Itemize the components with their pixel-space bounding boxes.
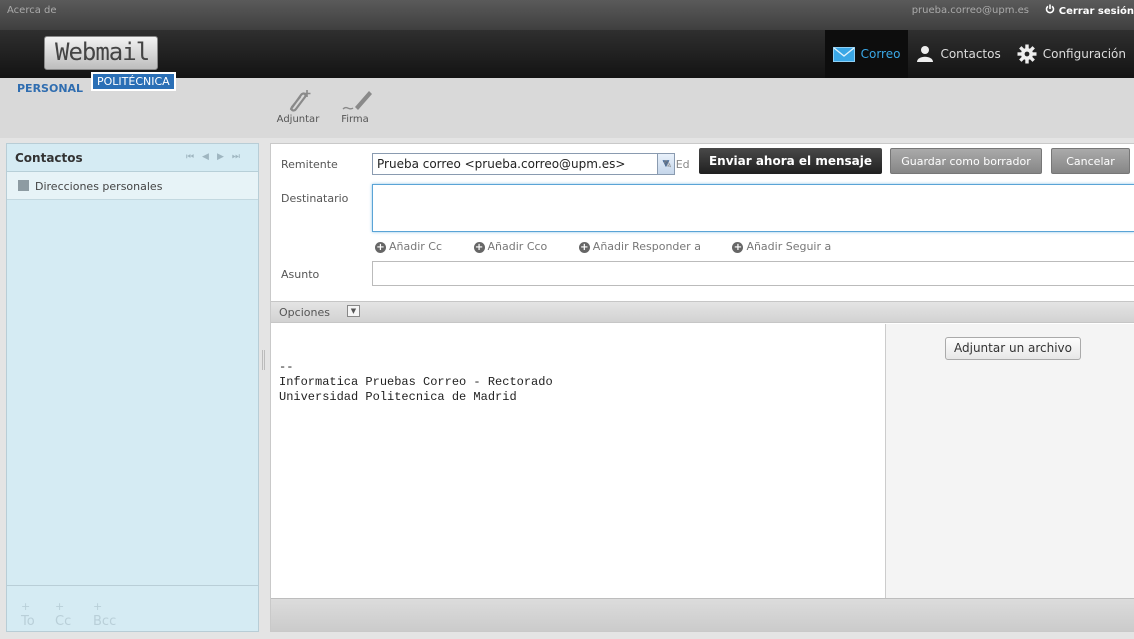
- plus-circle-icon: +: [732, 242, 744, 253]
- last-page-icon[interactable]: ⏭: [232, 152, 248, 162]
- nav-contacts[interactable]: Contactos: [908, 30, 1008, 78]
- add-followup-to-link[interactable]: + Añadir Seguir a: [732, 240, 845, 253]
- next-page-icon[interactable]: ▶: [217, 152, 232, 162]
- person-icon: [916, 45, 934, 63]
- about-link[interactable]: Acerca de: [7, 5, 57, 16]
- cancel-button[interactable]: Cancelar: [1051, 148, 1130, 174]
- subject-input[interactable]: [372, 261, 1134, 286]
- nav-mail-label: Correo: [860, 47, 901, 61]
- nav-settings[interactable]: Configuración: [1009, 30, 1134, 78]
- attach-file-button[interactable]: Adjuntar un archivo: [945, 337, 1081, 360]
- expand-options-icon[interactable]: ▼: [347, 305, 360, 317]
- prev-page-icon[interactable]: ◀: [202, 152, 217, 162]
- logo-subtitle: PERSONAL: [17, 82, 84, 95]
- plus-icon: +: [21, 600, 31, 613]
- subject-label: Asunto: [281, 268, 320, 281]
- main-nav: Correo Contactos Configuración: [824, 30, 1134, 78]
- attach-toolbar-label: Adjuntar: [276, 114, 320, 125]
- paperclip-icon: [273, 86, 323, 114]
- power-icon: [1045, 4, 1055, 17]
- compose-panel: Remitente Prueba correo <prueba.correo@u…: [270, 143, 1134, 632]
- panel-splitter[interactable]: [262, 350, 265, 370]
- address-book-item[interactable]: Direcciones personales: [7, 172, 258, 200]
- plus-circle-icon: +: [473, 242, 485, 253]
- address-book-icon: [18, 180, 29, 191]
- logout-button[interactable]: Cerrar sesión: [1045, 4, 1134, 17]
- add-cc-link[interactable]: + Añadir Cc: [375, 240, 456, 253]
- user-email: prueba.correo@upm.es: [911, 5, 1029, 16]
- add-to-button[interactable]: To +: [21, 600, 35, 629]
- add-reply-to-link[interactable]: + Añadir Responder a: [578, 240, 715, 253]
- add-header-links: + Añadir Cc + Añadir Cco + Añadir Responder…: [375, 240, 859, 253]
- contacts-pager[interactable]: ⏮◀▶⏭: [186, 152, 248, 162]
- compose-footer: [271, 598, 1134, 631]
- contacts-panel: Contactos ⏮◀▶⏭ Direcciones personales To…: [6, 143, 259, 632]
- logo-badge: POLITÉCNICA: [91, 72, 176, 91]
- nav-contacts-label: Contactos: [940, 47, 1001, 61]
- send-button[interactable]: Enviar ahora el mensaje: [699, 148, 882, 174]
- signature-pen-icon: [330, 86, 380, 114]
- attach-toolbar-button[interactable]: Adjuntar: [273, 86, 323, 125]
- plus-circle-icon: +: [578, 242, 590, 253]
- nav-mail[interactable]: Correo: [824, 30, 909, 78]
- nav-settings-label: Configuración: [1042, 47, 1126, 61]
- pencil-icon: ✎: [663, 158, 673, 171]
- from-value: Prueba correo <prueba.correo@upm.es>: [377, 157, 626, 171]
- app-header: Webmail Correo Contactos Configuración: [0, 30, 1134, 78]
- plus-circle-icon: +: [375, 242, 386, 253]
- to-label: Destinatario: [281, 192, 349, 205]
- top-bar: Acerca de prueba.correo@upm.es Cerrar se…: [0, 0, 1134, 30]
- edit-link-label: Ed: [675, 158, 690, 171]
- logout-label: Cerrar sesión: [1058, 6, 1134, 17]
- webmail-logo[interactable]: Webmail: [44, 36, 158, 70]
- logo-text: Webmail: [55, 38, 150, 66]
- signature-toolbar-label: Firma: [341, 114, 369, 125]
- add-bcc-link[interactable]: + Añadir Cco: [473, 240, 562, 253]
- to-input[interactable]: [372, 184, 1134, 232]
- contacts-panel-title: Contactos: [15, 151, 83, 165]
- plus-icon: +: [55, 600, 65, 613]
- message-body-editor[interactable]: -- Informatica Pruebas Correo - Rectorad…: [271, 324, 886, 599]
- add-cc-recipient-button[interactable]: Cc +: [55, 600, 71, 629]
- from-label: Remitente: [281, 158, 338, 171]
- first-page-icon[interactable]: ⏮: [186, 152, 202, 162]
- add-bcc-recipient-button[interactable]: Bcc +: [93, 600, 116, 629]
- options-label: Opciones: [279, 306, 330, 319]
- address-book-label: Direcciones personales: [35, 180, 163, 193]
- attachments-pane: Adjuntar un archivo: [886, 324, 1134, 599]
- contacts-panel-header: Contactos ⏮◀▶⏭: [7, 144, 258, 172]
- edit-identities-link[interactable]: ✎ Ed: [663, 158, 690, 171]
- options-bar[interactable]: Opciones ▼: [271, 301, 1134, 323]
- gear-icon: [1017, 44, 1037, 64]
- from-select[interactable]: Prueba correo <prueba.correo@upm.es> ▼: [372, 153, 675, 175]
- plus-icon: +: [93, 600, 103, 613]
- save-draft-button[interactable]: Guardar como borrador: [890, 148, 1042, 174]
- envelope-icon: [832, 46, 855, 62]
- signature-toolbar-button[interactable]: Firma: [330, 86, 380, 125]
- recipient-type-buttons: To + Cc + Bcc +: [7, 585, 258, 631]
